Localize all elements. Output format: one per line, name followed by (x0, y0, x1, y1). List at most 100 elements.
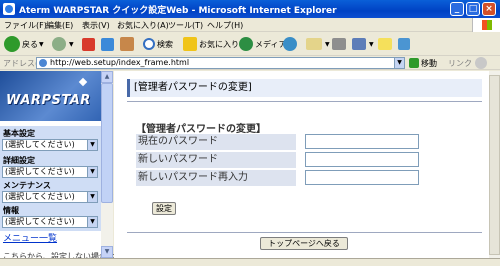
nav-select-value: (選択してください) (5, 217, 75, 226)
favorites-label: お気に入り (199, 39, 239, 49)
nav-select-basic[interactable]: (選択してください) ▼ (2, 139, 98, 151)
toolbar: 戻る ▼ ▼ 検索 お気に入り メディア ▼ ▼ (0, 32, 500, 56)
menu-help[interactable]: ヘルプ(H) (207, 20, 243, 31)
new-password-field[interactable] (305, 152, 419, 167)
go-button[interactable]: 移動 (409, 57, 437, 69)
print-icon (332, 38, 346, 50)
go-label: 移動 (421, 58, 437, 68)
nav-label-maintenance: メンテナンス (3, 181, 51, 190)
nav-section-detail: 詳細設定 (選択してください) ▼ (0, 156, 100, 178)
warpstar-logo: WARPSTAR (0, 71, 113, 121)
status-bar (0, 258, 500, 266)
links-label[interactable]: リンク (448, 58, 472, 69)
discuss-icon (378, 38, 392, 50)
confirm-password-field[interactable] (305, 170, 419, 185)
history-icon (283, 37, 297, 51)
ie-icon (3, 3, 15, 15)
history-button[interactable] (283, 36, 299, 52)
main-frame: [管理者パスワードの変更] 【管理者パスワードの変更】 現在のパスワード 新しい… (114, 71, 491, 258)
address-input[interactable]: http://web.setup/index_frame.html (36, 57, 405, 69)
favorites-button[interactable]: お気に入り (183, 36, 239, 52)
chevron-down-icon: ▼ (369, 40, 374, 48)
search-button[interactable]: 検索 (143, 36, 173, 52)
nav-select-value: (選択してください) (5, 167, 75, 176)
menu-favorites[interactable]: お気に入り(A) (117, 20, 169, 31)
go-arrow-icon (409, 58, 419, 68)
media-label: メディア (255, 39, 287, 49)
search-label: 検索 (157, 39, 173, 49)
nav-label-basic: 基本設定 (3, 129, 35, 138)
nav-select-detail[interactable]: (選択してください) ▼ (2, 166, 98, 178)
chevron-down-icon: ▼ (87, 217, 97, 227)
menu-file[interactable]: ファイル(F) (4, 20, 47, 31)
stop-button[interactable] (82, 36, 97, 52)
home-icon (120, 37, 134, 51)
mail-button[interactable]: ▼ (306, 36, 330, 52)
logo-text: WARPSTAR (6, 93, 91, 108)
messenger-icon (398, 38, 410, 50)
edit-icon (352, 38, 366, 50)
chevron-down-icon: ▼ (39, 40, 44, 48)
new-password-label: 新しいパスワード (136, 152, 296, 168)
back-arrow-icon (4, 36, 20, 52)
chevron-down-icon: ▼ (325, 40, 330, 48)
search-icon (143, 38, 155, 50)
nav-select-maintenance[interactable]: (選択してください) ▼ (2, 191, 98, 203)
section-title: 【管理者パスワードの変更】 (136, 124, 266, 135)
edit-button[interactable]: ▼ (352, 36, 374, 52)
stop-icon (82, 37, 95, 51)
nav-section-info: 情報 (選択してください) ▼ (0, 206, 100, 228)
star-icon (183, 37, 197, 51)
back-button[interactable]: 戻る ▼ (4, 36, 44, 52)
nav-section-maintenance: メンテナンス (選択してください) ▼ (0, 181, 100, 203)
menu-view[interactable]: 表示(V) (82, 20, 110, 31)
page-title: [管理者パスワードの変更] (127, 79, 482, 97)
menu-edit[interactable]: 編集(E) (46, 20, 73, 31)
back-label: 戻る (22, 39, 38, 49)
scroll-thumb[interactable] (489, 75, 500, 255)
extension-icon[interactable] (475, 57, 487, 69)
discuss-button[interactable] (378, 36, 394, 52)
star-icon (78, 77, 88, 87)
address-dropdown-icon[interactable]: ▼ (394, 57, 405, 69)
confirm-password-label: 新しいパスワード再入力 (136, 170, 296, 186)
minimize-button[interactable]: _ (450, 2, 464, 16)
chevron-down-icon: ▼ (87, 140, 97, 150)
refresh-button[interactable] (101, 36, 116, 52)
forward-button[interactable]: ▼ (52, 36, 74, 52)
scroll-down-icon[interactable]: ▼ (101, 246, 113, 258)
nav-label-detail: 詳細設定 (3, 156, 35, 165)
forward-arrow-icon (52, 37, 66, 51)
nav-section-basic: 基本設定 (選択してください) ▼ (0, 129, 100, 151)
home-button[interactable] (120, 36, 136, 52)
menu-tools[interactable]: ツール(T) (168, 20, 203, 31)
nav-select-value: (選択してください) (5, 140, 75, 149)
refresh-icon (101, 37, 114, 51)
nav-select-info[interactable]: (選択してください) ▼ (2, 216, 98, 228)
submit-button[interactable]: 設定 (152, 202, 176, 215)
current-password-field[interactable] (305, 134, 419, 149)
address-bar: アドレス(D) http://web.setup/index_frame.htm… (0, 56, 500, 70)
left-frame-scrollbar[interactable]: ▲ ▼ (101, 71, 113, 258)
current-password-label: 現在のパスワード (136, 134, 296, 150)
chevron-down-icon: ▼ (87, 192, 97, 202)
left-frame: WARPSTAR 基本設定 (選択してください) ▼ 詳細設定 (選択してくださ… (0, 71, 123, 261)
main-frame-scrollbar[interactable] (489, 71, 500, 258)
scroll-up-icon[interactable]: ▲ (101, 71, 113, 83)
media-button[interactable]: メディア (239, 36, 286, 52)
close-button[interactable]: × (482, 2, 496, 16)
print-button[interactable] (332, 36, 348, 52)
chevron-down-icon: ▼ (69, 40, 74, 48)
window-titlebar: Aterm WARPSTAR クイック設定Web - Microsoft Int… (0, 0, 500, 18)
nav-label-info: 情報 (3, 206, 19, 215)
menu-bar: ファイル(F) 編集(E) 表示(V) お気に入り(A) ツール(T) ヘルプ(… (0, 18, 500, 32)
scroll-thumb[interactable] (101, 83, 113, 203)
menu-list-link[interactable]: メニュー一覧 (3, 231, 57, 244)
chevron-down-icon: ▼ (87, 167, 97, 177)
maximize-button[interactable]: □ (466, 2, 480, 16)
back-to-top-button[interactable]: トップページへ戻る (260, 237, 348, 250)
divider (127, 232, 482, 233)
window-title: Aterm WARPSTAR クイック設定Web - Microsoft Int… (19, 6, 337, 16)
messenger-button[interactable] (398, 36, 412, 52)
nav-select-value: (選択してください) (5, 192, 75, 201)
